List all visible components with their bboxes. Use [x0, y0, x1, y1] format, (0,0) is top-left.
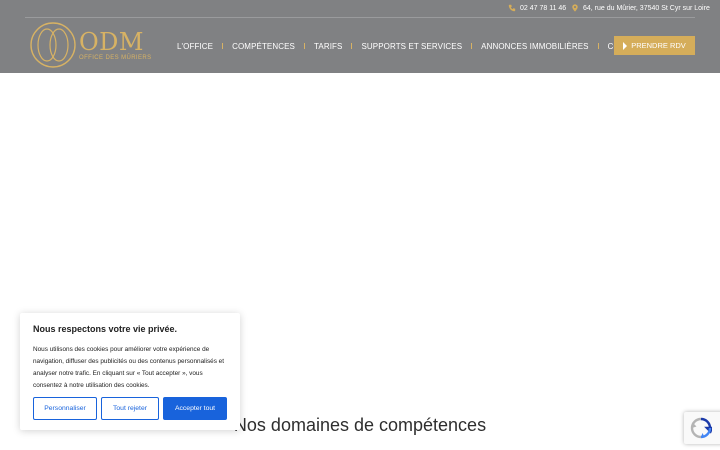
book-appointment-button[interactable]: PRENDRE RDV: [614, 36, 695, 55]
cookie-text: Nous utilisons des cookies pour améliore…: [33, 346, 225, 389]
phone-icon: [508, 4, 516, 12]
recaptcha-icon: [690, 417, 712, 439]
logo-subtitle: OFFICE DES MÛRIERS: [79, 54, 152, 61]
nav-item-competences[interactable]: COMPÉTENCES: [223, 42, 304, 51]
cookie-button-row: Personnaliser Tout rejeter Accepter tout: [33, 397, 227, 420]
address-link[interactable]: 64, rue du Mûrier, 37540 St Cyr sur Loir…: [571, 4, 710, 12]
phone-number: 02 47 78 11 46: [520, 4, 567, 12]
customize-button[interactable]: Personnaliser: [33, 397, 97, 420]
logo-text: ODM OFFICE DES MÛRIERS: [79, 30, 152, 61]
main-nav: L'OFFICE COMPÉTENCES TARIFS SUPPORTS ET …: [168, 39, 655, 53]
nav-item-annonces[interactable]: ANNONCES IMMOBILIÈRES: [472, 42, 597, 51]
phone-link[interactable]: 02 47 78 11 46: [508, 4, 566, 12]
reject-all-button[interactable]: Tout rejeter: [101, 397, 159, 420]
book-appointment-label: PRENDRE RDV: [631, 41, 686, 50]
map-pin-icon: [572, 4, 578, 12]
logo-wordmark: ODM: [79, 27, 144, 56]
play-triangle-icon: [623, 41, 628, 50]
logo-rings-icon: [30, 22, 76, 68]
address-text: 64, rue du Mûrier, 37540 St Cyr sur Loir…: [583, 4, 710, 12]
accept-all-button[interactable]: Accepter tout: [163, 397, 227, 420]
top-contact-bar: 02 47 78 11 46 64, rue du Mûrier, 37540 …: [25, 0, 710, 18]
nav-item-supports[interactable]: SUPPORTS ET SERVICES: [352, 42, 471, 51]
recaptcha-badge[interactable]: [684, 412, 720, 444]
site-logo[interactable]: ODM OFFICE DES MÛRIERS: [29, 21, 154, 69]
nav-item-office[interactable]: L'OFFICE: [168, 42, 222, 51]
cookie-consent-banner: Nous respectons votre vie privée. Nous u…: [20, 313, 240, 430]
nav-item-tarifs[interactable]: TARIFS: [305, 42, 351, 51]
site-header: 02 47 78 11 46 64, rue du Mûrier, 37540 …: [0, 0, 720, 73]
cookie-title: Nous respectons votre vie privée.: [33, 324, 178, 334]
